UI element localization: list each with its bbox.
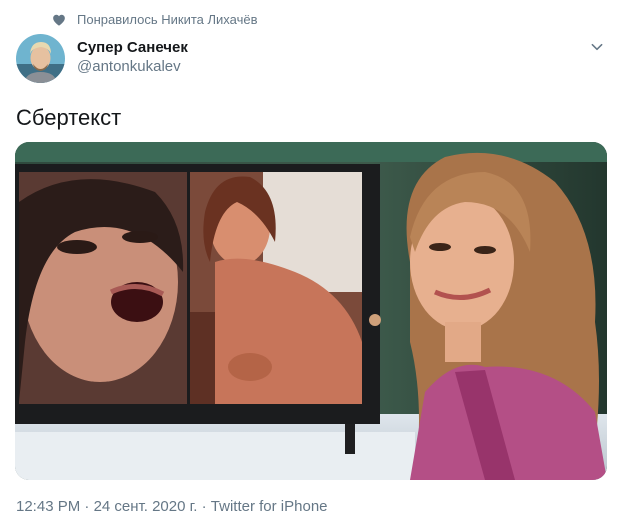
author-handle: @antonkukalev: [77, 58, 181, 75]
tweet-text: Сбертекст: [16, 105, 122, 130]
chevron-down-icon: [591, 43, 603, 51]
tweet-meta: 12:43 PM · 24 сент. 2020 г. · Twitter fo…: [16, 498, 328, 515]
liked-by-text: Понравилось Никита Лихачёв: [77, 12, 258, 27]
author-info[interactable]: Супер Санечек @antonkukalev: [77, 38, 188, 76]
heart-icon: [53, 14, 65, 26]
social-context[interactable]: Понравилось Никита Лихачёв: [52, 12, 257, 27]
tweet-time[interactable]: 12:43 PM: [16, 498, 80, 515]
author-display-name: Супер Санечек: [77, 39, 188, 56]
more-options-button[interactable]: [586, 36, 608, 58]
avatar-image: [16, 34, 65, 83]
meta-separator-2: ·: [201, 498, 207, 515]
avatar[interactable]: [16, 34, 65, 83]
tweet-image[interactable]: [15, 142, 607, 480]
tweet-header: Супер Санечек @antonkukalev: [16, 34, 608, 84]
meta-separator: ·: [84, 498, 90, 515]
tweet-source[interactable]: Twitter for iPhone: [211, 498, 328, 515]
tweet-date[interactable]: 24 сент. 2020 г.: [94, 498, 198, 515]
tweet-photo: [15, 142, 607, 480]
